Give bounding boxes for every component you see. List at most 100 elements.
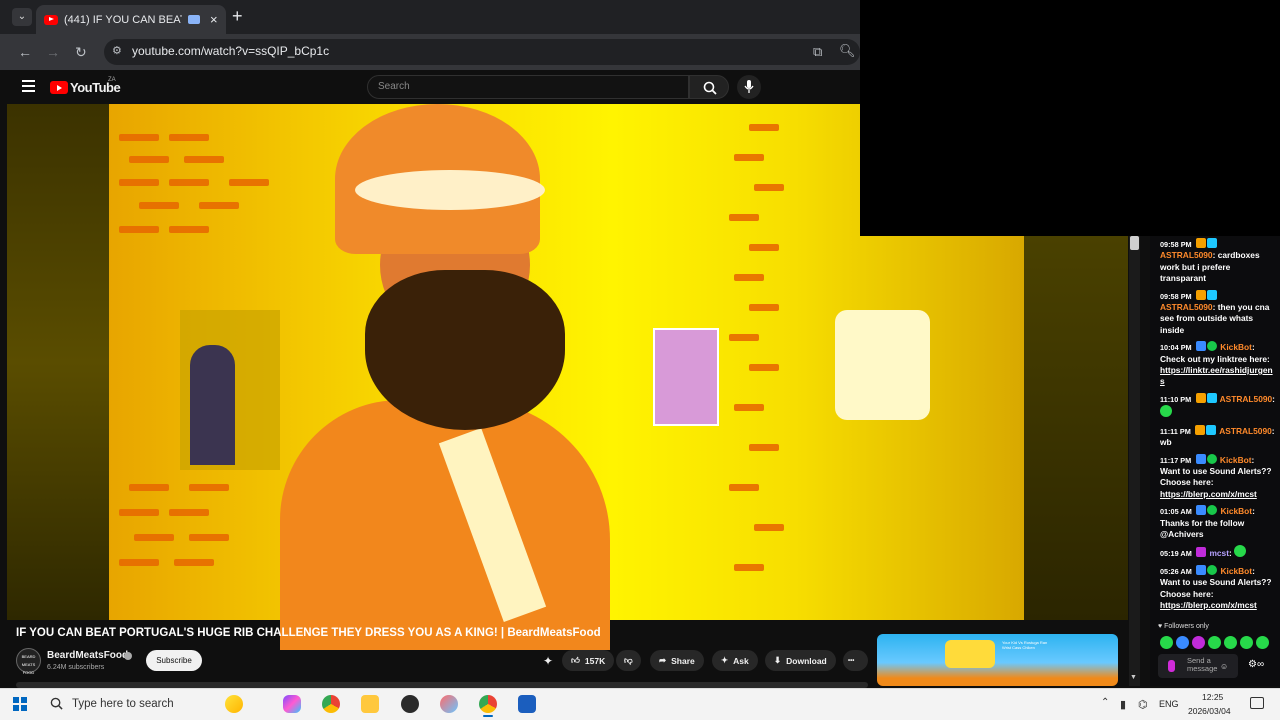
taskbar-search-input[interactable]: Type here to search: [72, 698, 174, 710]
chat-timestamp: 01:05 AM: [1160, 507, 1192, 517]
chat-username[interactable]: KickBot: [1220, 506, 1252, 516]
emoji-picker-icon[interactable]: ☺: [1220, 662, 1228, 671]
chat-timestamp: 10:04 PM: [1160, 343, 1192, 353]
stream-overlay-webcam-area: [860, 0, 1280, 236]
windows-start-icon[interactable]: [13, 697, 27, 711]
chat-username[interactable]: ASTRAL5090: [1160, 250, 1213, 260]
like-button[interactable]: 👍︎ 157K: [562, 650, 615, 671]
voice-search-button[interactable]: [737, 75, 761, 99]
obs-studio-icon[interactable]: [401, 695, 419, 713]
clock-date[interactable]: 2026/03/04: [1188, 706, 1231, 716]
site-info-icon[interactable]: ⚙: [112, 44, 126, 58]
region-code: ZA: [108, 77, 116, 83]
reload-button[interactable]: ↻: [75, 44, 87, 61]
chat-badge-crown-icon: [1195, 424, 1206, 435]
download-button[interactable]: ⬇ Download: [765, 650, 836, 671]
chat-link[interactable]: https://linktr.ee/rashidjurgens: [1160, 365, 1273, 386]
emote-icon[interactable]: [1192, 636, 1205, 649]
chat-badge-crown-icon: [1195, 289, 1206, 300]
channel-avatar[interactable]: BEARD MEATS FOOD: [16, 648, 41, 675]
dislike-button[interactable]: 👎︎: [616, 650, 641, 671]
notification-icon[interactable]: [1250, 697, 1264, 709]
ask-button[interactable]: ✦ Ask: [712, 650, 758, 671]
chat-username[interactable]: ASTRAL5090: [1220, 394, 1273, 404]
network-icon[interactable]: ⌬: [1138, 698, 1148, 711]
chat-username[interactable]: KickBot: [1220, 342, 1252, 352]
bing-sparkle-icon[interactable]: [225, 695, 243, 713]
chat-link[interactable]: https://blerp.com/x/mcst: [1160, 489, 1257, 499]
page-scrollbar[interactable]: [1129, 236, 1140, 686]
emote-icon[interactable]: [1240, 636, 1253, 649]
channel-name[interactable]: BeardMeatsFood: [47, 650, 128, 661]
usb-icon[interactable]: ▮: [1120, 698, 1126, 711]
emote-icon[interactable]: [1160, 636, 1173, 649]
emote-icon[interactable]: [1208, 636, 1221, 649]
tab-search-button[interactable]: ⌄: [12, 8, 32, 26]
search-placeholder: Search: [378, 81, 410, 92]
chat-message: 10:04 PM KickBot: Check out my linktree …: [1160, 341, 1273, 387]
scroll-down-arrow-icon[interactable]: ▼: [1130, 674, 1137, 681]
chat-message: 05:19 AM mcst:: [1160, 545, 1275, 559]
clock-time[interactable]: 12:25: [1202, 692, 1223, 702]
url-text[interactable]: youtube.com/watch?v=ssQIP_bCp1c: [132, 44, 329, 58]
copilot-icon[interactable]: [283, 695, 301, 713]
search-button[interactable]: [689, 75, 729, 99]
chat-username[interactable]: mcst: [1209, 548, 1229, 558]
tab-close-icon[interactable]: ×: [210, 12, 218, 27]
chat-message-list: 09:58 PM ASTRAL5090: cardboxes work but …: [1160, 238, 1275, 616]
chat-username[interactable]: ASTRAL5090: [1160, 302, 1213, 312]
emote-icon[interactable]: [1176, 636, 1189, 649]
chrome-icon[interactable]: [322, 695, 340, 713]
chrome-active-icon[interactable]: [479, 695, 497, 713]
file-explorer-icon[interactable]: [361, 695, 379, 713]
install-app-icon[interactable]: ⧉: [813, 44, 822, 60]
word-icon[interactable]: [518, 695, 536, 713]
emote-icon[interactable]: [1224, 636, 1237, 649]
chat-badge-green-icon: [1207, 564, 1218, 575]
chat-username[interactable]: ASTRAL5090: [1219, 426, 1272, 436]
followers-only-label: ♥ Followers only: [1158, 623, 1209, 630]
taskbar-search-icon[interactable]: [50, 697, 63, 715]
chat-text: Want to use Sound Alerts?? Choose here:: [1160, 465, 1272, 488]
snipping-tool-icon[interactable]: [440, 695, 458, 713]
youtube-logo-icon[interactable]: [50, 81, 68, 94]
show-hidden-icons-icon[interactable]: ⌃: [1101, 697, 1109, 708]
related-thumb-text: Your Kid Vs Rostuga Ran Wrist Cass Chike…: [1002, 640, 1048, 650]
emote-quick-bar[interactable]: [1160, 636, 1275, 650]
browser-tab[interactable]: (441) IF YOU CAN BEAT POR ×: [36, 5, 226, 34]
chat-username[interactable]: KickBot: [1220, 566, 1252, 576]
chat-badge-blue-icon: [1195, 341, 1206, 352]
gift-icon[interactable]: ✦: [543, 654, 553, 668]
chat-timestamp: 11:17 PM: [1160, 455, 1192, 465]
chat-emote-icon: [1160, 405, 1172, 418]
chat-message: 09:58 PM ASTRAL5090: cardboxes work but …: [1160, 238, 1260, 284]
emote-icon[interactable]: [1256, 636, 1269, 649]
chat-badge-crown-icon: [1195, 392, 1206, 403]
video-title: IF YOU CAN BEAT PORTUGAL'S HUGE RIB CHAL…: [16, 627, 601, 639]
menu-icon[interactable]: [22, 80, 35, 92]
chat-text: Want to use Sound Alerts?? Choose here:: [1160, 577, 1272, 599]
chat-badge-green-icon: [1206, 453, 1217, 464]
search-input[interactable]: [367, 75, 689, 99]
subscribe-button[interactable]: Subscribe: [146, 650, 202, 671]
share-button[interactable]: ➦ Share: [650, 650, 704, 671]
related-video-thumbnail[interactable]: [877, 634, 1118, 686]
followers-only-text: Followers only: [1164, 623, 1209, 630]
thumbs-up-icon: 👍︎: [571, 655, 580, 665]
forward-button[interactable]: →: [46, 44, 60, 60]
chat-settings-icon[interactable]: ⚙∞: [1248, 659, 1264, 670]
chat-message: 01:05 AM KickBot: Thanks for the follow …: [1160, 505, 1255, 539]
verified-icon: [124, 652, 132, 660]
more-actions-button[interactable]: •••: [843, 650, 868, 671]
input-language[interactable]: ENG: [1159, 699, 1179, 709]
chat-username[interactable]: KickBot: [1220, 455, 1252, 465]
chat-badge-purple-icon: [1196, 547, 1207, 558]
back-button[interactable]: ←: [18, 44, 32, 60]
page-scrollbar-thumb[interactable]: [1130, 236, 1139, 250]
zoom-icon[interactable]: 🔍︎: [839, 43, 856, 59]
chat-link[interactable]: https://blerp.com/x/mcst: [1160, 600, 1257, 610]
chat-message: 09:58 PM ASTRAL5090: then you cna see fr…: [1160, 289, 1270, 335]
reflected-person: [190, 345, 235, 465]
chat-text: Thanks for the follow @Achivers: [1160, 517, 1245, 539]
new-tab-button[interactable]: +: [232, 6, 243, 27]
